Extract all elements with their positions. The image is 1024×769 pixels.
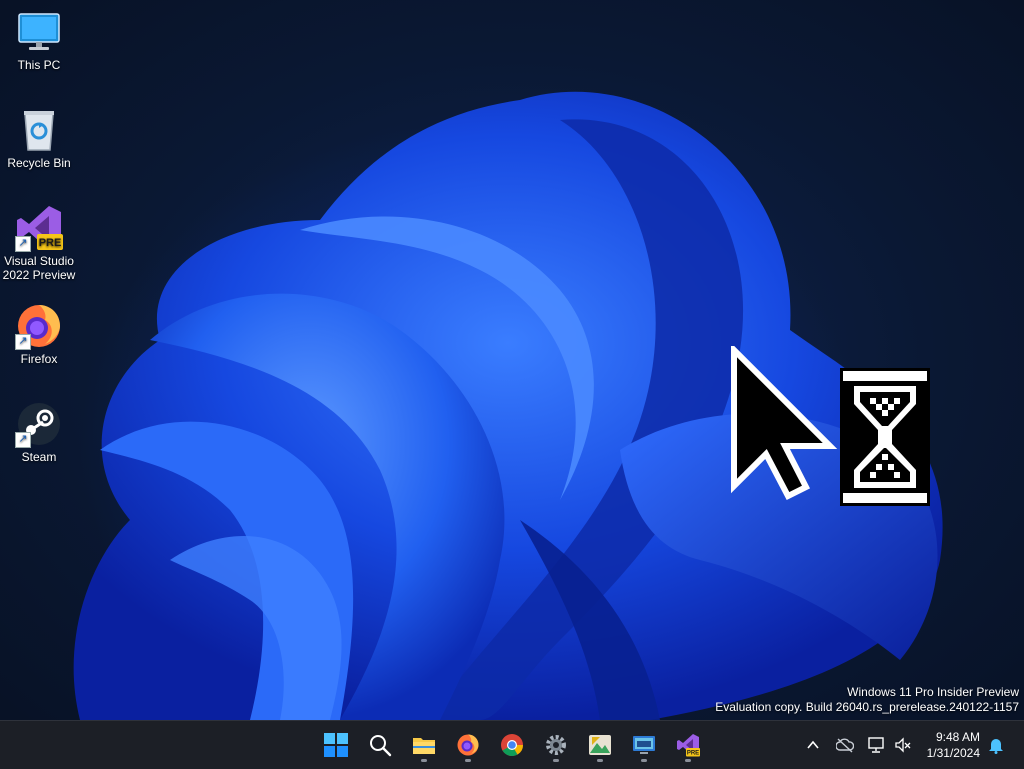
taskbar-firefox[interactable] bbox=[450, 727, 486, 763]
network-icon[interactable] bbox=[867, 736, 885, 754]
mouse-pointer-icon bbox=[731, 346, 838, 500]
clock-date: 1/31/2024 bbox=[926, 746, 980, 760]
windows-start-icon bbox=[324, 733, 348, 757]
taskbar-chrome[interactable] bbox=[494, 727, 530, 763]
clock[interactable]: 9:48 AM 1/31/2024 bbox=[927, 729, 980, 761]
watermark-line-1: Windows 11 Pro Insider Preview bbox=[847, 685, 1019, 699]
clock-time: 9:48 AM bbox=[935, 730, 980, 744]
visual-studio-icon: PRE ↗ bbox=[15, 204, 63, 252]
volume-muted-icon[interactable] bbox=[894, 736, 912, 754]
desktop-icon-label: This PC bbox=[17, 58, 61, 72]
running-indicator bbox=[553, 759, 559, 762]
taskbar-remote-desktop[interactable] bbox=[626, 727, 662, 763]
gear-icon bbox=[546, 735, 566, 755]
pre-badge: PRE bbox=[687, 751, 699, 757]
desktop-icon-label: Visual Studio 2022 Preview bbox=[2, 254, 76, 282]
taskbar: PRE 9:48 AM 1/31/2024 bbox=[0, 720, 1024, 769]
shortcut-arrow-icon: ↗ bbox=[15, 432, 31, 448]
remote-desktop-icon bbox=[633, 736, 655, 754]
steam-icon: ↗ bbox=[15, 400, 63, 448]
desktop-icon-visual-studio[interactable]: PRE ↗ Visual Studio 2022 Preview bbox=[0, 204, 78, 282]
hourglass-busy-icon bbox=[840, 368, 930, 506]
recycle-bin-icon bbox=[15, 106, 63, 154]
onedrive-icon[interactable] bbox=[836, 737, 854, 753]
desktop-icon-recycle-bin[interactable]: Recycle Bin bbox=[0, 106, 78, 170]
monitor-icon bbox=[15, 8, 63, 56]
running-indicator bbox=[421, 759, 427, 762]
taskbar-file-explorer[interactable] bbox=[406, 727, 442, 763]
desktop-icon-label: Recycle Bin bbox=[7, 156, 71, 170]
firefox-icon bbox=[457, 734, 479, 756]
desktop-icon-firefox[interactable]: ↗ Firefox bbox=[0, 302, 78, 366]
visual-studio-icon: PRE bbox=[677, 734, 700, 757]
shortcut-arrow-icon: ↗ bbox=[15, 236, 31, 252]
system-tray: 9:48 AM 1/31/2024 bbox=[800, 721, 1024, 769]
taskbar-settings[interactable] bbox=[538, 727, 574, 763]
chevron-up-icon[interactable] bbox=[806, 738, 820, 752]
search-icon bbox=[370, 735, 392, 757]
desktop-icon-this-pc[interactable]: This PC bbox=[0, 8, 78, 72]
chrome-icon bbox=[501, 734, 523, 756]
taskbar-photos[interactable] bbox=[582, 727, 618, 763]
folder-icon bbox=[413, 738, 435, 754]
desktop-icon-steam[interactable]: ↗ Steam bbox=[0, 400, 78, 464]
desktop[interactable]: This PC Recycle Bin PRE ↗ Visual Studio … bbox=[0, 0, 1024, 720]
running-indicator bbox=[641, 759, 647, 762]
photos-icon bbox=[589, 735, 611, 755]
running-indicator bbox=[597, 759, 603, 762]
desktop-icon-label: Steam bbox=[21, 450, 57, 464]
evaluation-watermark: Windows 11 Pro Insider Preview Evaluatio… bbox=[715, 685, 1019, 715]
notification-bell-icon[interactable] bbox=[987, 736, 1005, 754]
desktop-icon-label: Firefox bbox=[20, 352, 58, 366]
search-button[interactable] bbox=[362, 727, 398, 763]
wallpaper-bloom bbox=[73, 91, 943, 720]
shortcut-arrow-icon: ↗ bbox=[15, 334, 31, 350]
pre-badge: PRE bbox=[39, 237, 62, 249]
running-indicator bbox=[685, 759, 691, 762]
start-button[interactable] bbox=[318, 727, 354, 763]
running-indicator bbox=[465, 759, 471, 762]
firefox-icon: ↗ bbox=[15, 302, 63, 350]
taskbar-visual-studio[interactable]: PRE bbox=[670, 727, 706, 763]
watermark-line-2: Evaluation copy. Build 26040.rs_prerelea… bbox=[715, 700, 1019, 714]
